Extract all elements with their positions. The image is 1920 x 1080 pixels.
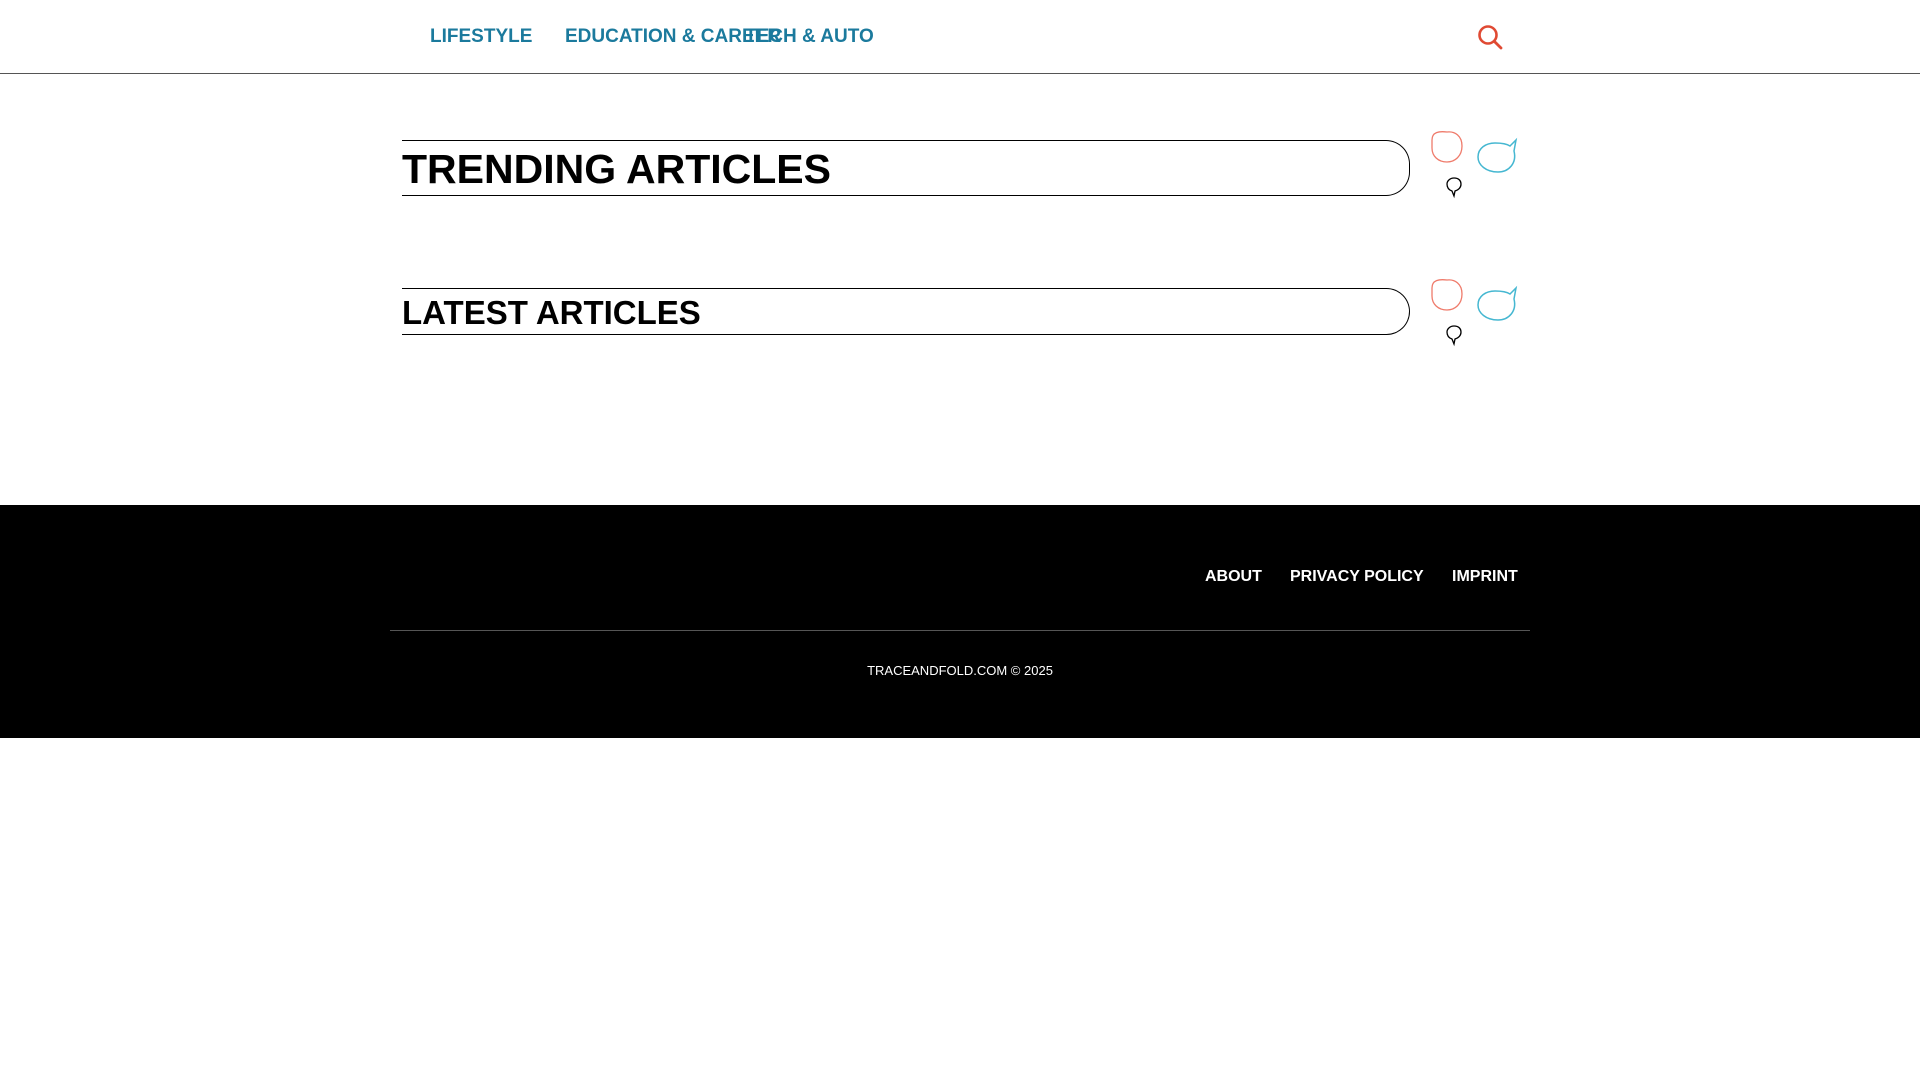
speech-bubbles-icon <box>1431 131 1518 199</box>
site-header: LIFESTYLE EDUCATION & CAREER TECH & AUTO <box>0 0 1920 74</box>
copyright-text: TRACEANDFOLD.COM © 2025 <box>867 663 1053 678</box>
latest-articles-title: LATEST ARTICLES <box>402 294 701 331</box>
footer-link-privacy-policy[interactable]: PRIVACY POLICY <box>1290 568 1424 586</box>
trending-heading-box: TRENDING ARTICLES <box>402 140 1410 196</box>
search-button[interactable] <box>1475 22 1505 52</box>
nav-item-lifestyle[interactable]: LIFESTYLE <box>430 26 532 48</box>
footer-link-about[interactable]: ABOUT <box>1205 568 1262 586</box>
footer-link-imprint[interactable]: IMPRINT <box>1452 568 1518 586</box>
nav-item-tech-auto[interactable]: TECH & AUTO <box>745 26 874 48</box>
footer-divider <box>390 630 1530 631</box>
site-footer: ABOUT PRIVACY POLICY IMPRINT TRACEANDFOL… <box>0 505 1920 738</box>
search-icon <box>1478 25 1503 50</box>
latest-heading-box: LATEST ARTICLES <box>402 288 1410 335</box>
speech-bubbles-icon <box>1431 279 1518 347</box>
trending-articles-title: TRENDING ARTICLES <box>402 146 831 192</box>
